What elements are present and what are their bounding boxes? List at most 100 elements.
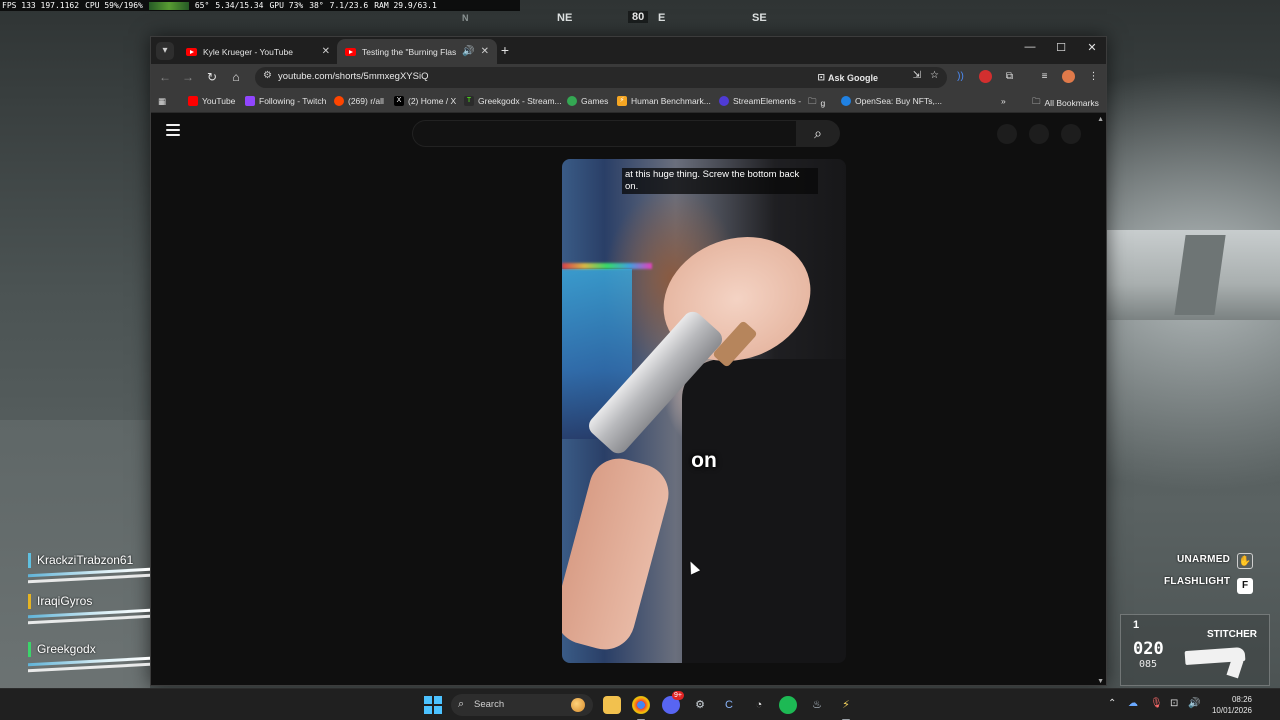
install-app-icon[interactable]: ⇲ — [913, 70, 921, 81]
address-bar[interactable]: ⚙ youtube.com/shorts/5mmxegXYSiQ ⊡ Ask G… — [255, 67, 947, 88]
bookmark-games[interactable]: Games — [567, 96, 608, 106]
microphone-icon[interactable]: 🎙 — [1150, 698, 1163, 709]
tab-close-icon[interactable]: ✕ — [322, 46, 330, 57]
file-explorer-icon[interactable] — [603, 696, 621, 714]
bookmark-kick[interactable]: T Greekgodx - Stream... — [464, 96, 562, 106]
new-tab-button[interactable]: + — [497, 42, 513, 58]
youtube-icon — [188, 96, 198, 106]
notifications-icon[interactable] — [1029, 124, 1049, 144]
account-avatar[interactable] — [1061, 124, 1081, 144]
media-controls-icon[interactable]: ≡ — [1038, 70, 1051, 83]
search-icon: ⌕ — [814, 125, 822, 141]
home-button[interactable]: ⌂ — [228, 70, 244, 84]
apps-grid-icon[interactable]: ▦ — [158, 96, 166, 107]
ask-google-button[interactable]: ⊡ Ask Google — [814, 70, 881, 85]
volume-icon[interactable]: 🔊 — [1188, 698, 1200, 709]
system-tray: ⌃ ☁ 🎙 ⊡ 🔊 08:26 10/01/2026 — [1106, 689, 1280, 720]
bookmark-label: OpenSea: Buy NFTs,... — [855, 96, 942, 106]
bookmark-human-benchmark[interactable]: ⚡ Human Benchmark... — [617, 96, 711, 106]
taskbar-search[interactable]: ⌕ Search — [451, 694, 593, 716]
folder-icon: 🗀 — [808, 96, 817, 106]
tab-search-button[interactable]: ▾ — [156, 42, 174, 60]
squad-color-bar — [28, 553, 31, 568]
start-button[interactable] — [424, 696, 442, 714]
browser-toolbar: ← → ↻ ⌂ ⚙ youtube.com/shorts/5mmxegXYSiQ… — [151, 64, 1106, 91]
game-app-icon[interactable]: ⚡ — [837, 696, 855, 720]
squad-member-name: IraqiGyros — [37, 594, 93, 608]
extension-audio-icon[interactable]: )) — [954, 70, 967, 83]
browser-menu-icon[interactable]: ⋮ — [1087, 70, 1100, 83]
minimize-button[interactable]: — — [1015, 41, 1045, 53]
cpu-temp: 65° — [194, 1, 210, 10]
bookmark-label: Following - Twitch — [259, 96, 327, 106]
youtube-search-input[interactable] — [412, 120, 796, 147]
bookmark-label: Greekgodx - Stream... — [478, 96, 562, 106]
scroll-up-arrow-icon[interactable]: ▲ — [1097, 116, 1104, 123]
maximize-button[interactable]: ☐ — [1046, 41, 1076, 54]
bookmarks-overflow-button[interactable]: » — [1001, 96, 1006, 106]
twitch-icon — [245, 96, 255, 106]
steam-icon[interactable]: ♨ — [808, 696, 826, 714]
scroll-down-arrow-icon[interactable]: ▼ — [1097, 678, 1104, 685]
extensions-puzzle-icon[interactable]: ⧉ — [1003, 70, 1016, 83]
bookmark-x[interactable]: X (2) Home / X — [394, 96, 456, 106]
tab-audio-icon[interactable]: 🔊 — [462, 46, 474, 57]
forward-button[interactable]: → — [180, 70, 196, 84]
reload-button[interactable]: ↻ — [204, 70, 220, 84]
folder-icon: 🗀 — [1032, 96, 1041, 106]
taskbar-search-label: Search — [474, 699, 505, 710]
bookmark-twitch[interactable]: Following - Twitch — [245, 96, 326, 106]
bookmark-folder-g[interactable]: 🗀 g — [808, 96, 825, 110]
vram-readout: 7.1/23.6 — [329, 1, 369, 10]
close-window-button[interactable]: ✕ — [1077, 41, 1106, 54]
lightning-icon: ⚡ — [617, 96, 627, 106]
lens-icon: ⊡ — [817, 72, 825, 82]
discord-icon[interactable]: 9+ — [662, 691, 684, 714]
site-info-icon[interactable]: ⚙ — [263, 70, 272, 81]
hand-icon: ✋ — [1237, 553, 1253, 569]
search-highlight-icon — [571, 698, 585, 712]
browser-window: ▾ Kyle Krueger - YouTube ✕ Testing the "… — [150, 36, 1107, 686]
clock-time: 08:26 — [1231, 695, 1252, 704]
squad-color-bar — [28, 642, 31, 657]
chrome-icon[interactable] — [632, 696, 650, 720]
all-bookmarks-button[interactable]: 🗀 All Bookmarks — [1032, 96, 1099, 110]
tab-kyle-krueger[interactable]: Kyle Krueger - YouTube ✕ — [178, 39, 338, 64]
extension-record-icon[interactable] — [979, 70, 992, 83]
reserve-ammo: 085 — [1139, 659, 1158, 670]
ea-app-icon[interactable]: ◔ — [750, 696, 768, 714]
gpu-readout: GPU 73% — [269, 1, 304, 10]
streamelements-icon — [719, 96, 729, 106]
shorts-video-player[interactable]: at this huge thing. Screw the bottom bac… — [562, 159, 846, 663]
spotify-icon[interactable] — [779, 696, 797, 714]
bookmark-streamelements[interactable]: StreamElements - — [719, 96, 801, 106]
ccleaner-icon[interactable]: C — [720, 696, 738, 714]
weapon-card: 1 STITCHER 020 085 — [1120, 614, 1270, 686]
network-icon[interactable]: ⊡ — [1170, 698, 1178, 709]
taskbar-clock[interactable]: 08:26 10/01/2026 — [1212, 694, 1252, 716]
settings-gear-icon[interactable]: ⚙ — [691, 696, 709, 714]
ask-google-label: Ask Google — [827, 72, 878, 83]
bookmark-label: g — [820, 98, 826, 108]
back-button[interactable]: ← — [157, 70, 173, 84]
tab-close-icon[interactable]: ✕ — [481, 46, 489, 57]
squad-member-name: Greekgodx — [37, 642, 96, 656]
all-bookmarks-label: All Bookmarks — [1044, 98, 1099, 108]
bookmark-reddit[interactable]: (269) r/all — [334, 96, 384, 106]
performance-overlay: FPS 133 197.1162 CPU 59%/196% 65° 5.34/1… — [0, 0, 520, 11]
profile-avatar[interactable] — [1062, 70, 1075, 83]
tray-overflow-chevron-icon[interactable]: ⌃ — [1108, 698, 1116, 709]
bookmark-opensea[interactable]: OpenSea: Buy NFTs,... — [841, 96, 942, 106]
youtube-search-button[interactable]: ⌕ — [796, 120, 840, 147]
create-icon[interactable] — [997, 124, 1017, 144]
url-text[interactable]: youtube.com/shorts/5mmxegXYSiQ — [278, 71, 428, 82]
youtube-favicon-icon — [186, 47, 197, 56]
bookmark-youtube[interactable]: YouTube — [188, 96, 235, 106]
squad-color-bar — [28, 594, 31, 609]
cpu-readout: CPU 59%/196% — [85, 1, 143, 10]
tab-burning-flashlight[interactable]: Testing the "Burning Flashli 🔊 ✕ — [337, 39, 497, 64]
onedrive-icon[interactable]: ☁ — [1128, 698, 1138, 709]
hamburger-menu-icon[interactable] — [166, 124, 180, 136]
bookmark-star-icon[interactable]: ☆ — [930, 70, 939, 81]
fps-readout: FPS 133 197.1162 — [2, 1, 80, 10]
